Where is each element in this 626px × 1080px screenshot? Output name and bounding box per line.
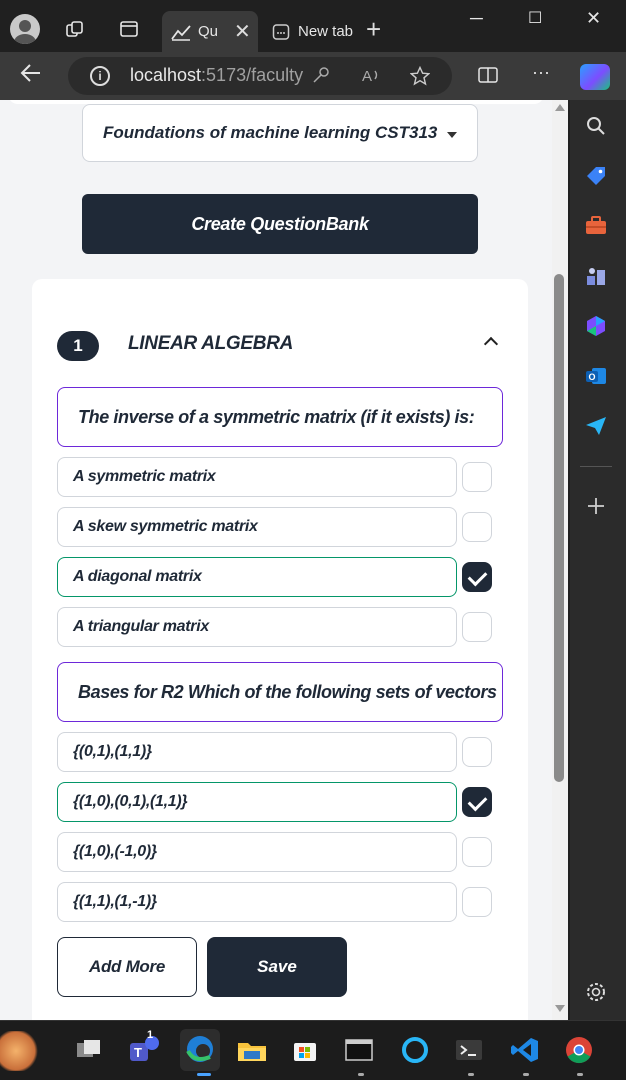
search-icon[interactable] bbox=[584, 114, 608, 138]
tab-new-tab[interactable]: New tab bbox=[262, 11, 354, 52]
cortana-icon[interactable] bbox=[400, 1035, 430, 1065]
create-questionbank-button[interactable]: Create QuestionBank bbox=[82, 194, 478, 254]
option-input[interactable]: A triangular matrix bbox=[57, 607, 457, 647]
question-input[interactable]: Bases for R2 Which of the following sets… bbox=[57, 662, 503, 722]
microsoft-store-icon[interactable] bbox=[290, 1035, 320, 1065]
vscode-icon[interactable] bbox=[510, 1035, 540, 1065]
option-input[interactable]: {(1,1),(1,-1)} bbox=[57, 882, 457, 922]
svg-text:A: A bbox=[362, 68, 372, 84]
tab-active[interactable]: Qu ✕ bbox=[162, 11, 258, 52]
command-prompt-icon[interactable] bbox=[454, 1035, 484, 1065]
scroll-down-arrow-icon[interactable] bbox=[555, 1005, 565, 1012]
window-close-button[interactable]: ✕ bbox=[586, 8, 601, 29]
url-text[interactable]: localhost:5173/faculty bbox=[130, 65, 303, 86]
settings-gear-icon[interactable] bbox=[584, 980, 608, 1004]
chevron-up-icon[interactable] bbox=[483, 336, 499, 352]
save-button[interactable]: Save bbox=[207, 937, 347, 997]
new-tab-page-icon bbox=[270, 21, 292, 43]
page-viewport: Foundations of machine learning CST313 C… bbox=[0, 100, 552, 1020]
add-more-button[interactable]: Add More bbox=[57, 937, 197, 997]
option-checkbox[interactable] bbox=[462, 887, 492, 917]
option-input[interactable]: {(1,0),(0,1),(1,1)} bbox=[57, 782, 457, 822]
svg-text:T: T bbox=[134, 1045, 142, 1060]
sidebar-divider bbox=[580, 466, 612, 467]
option-checkbox[interactable] bbox=[462, 737, 492, 767]
terminal-window-icon[interactable] bbox=[344, 1035, 374, 1065]
browser-title-bar: Qu ✕ New tab + ─ ☐ ✕ bbox=[0, 0, 626, 52]
teams-icon[interactable]: T 1 bbox=[128, 1029, 159, 1065]
page-content: Foundations of machine learning CST313 C… bbox=[4, 100, 548, 1020]
task-view-icon[interactable] bbox=[74, 1035, 104, 1065]
chevron-down-icon bbox=[447, 132, 457, 138]
section-title: LINEAR ALGEBRA bbox=[128, 333, 294, 354]
shopping-tag-icon[interactable] bbox=[584, 164, 608, 188]
add-icon[interactable] bbox=[584, 494, 608, 518]
file-explorer-icon[interactable] bbox=[236, 1035, 266, 1065]
profile-avatar[interactable] bbox=[10, 14, 40, 44]
running-indicator bbox=[523, 1073, 529, 1076]
chart-icon bbox=[170, 21, 192, 43]
course-select-value: Foundations of machine learning CST313 bbox=[103, 123, 438, 142]
option-checkbox[interactable] bbox=[462, 462, 492, 492]
chrome-icon[interactable] bbox=[564, 1035, 594, 1065]
tab-title: Qu bbox=[198, 23, 219, 40]
send-icon[interactable] bbox=[584, 414, 608, 438]
course-select[interactable]: Foundations of machine learning CST313 bbox=[82, 104, 478, 162]
page-scrollbar[interactable] bbox=[552, 100, 568, 1020]
flowers-wallpaper-icon[interactable] bbox=[0, 1031, 40, 1071]
running-indicator bbox=[577, 1073, 583, 1076]
option-checkbox[interactable] bbox=[462, 512, 492, 542]
games-icon[interactable] bbox=[584, 264, 608, 288]
read-aloud-icon[interactable]: A bbox=[362, 66, 382, 89]
new-tab-button[interactable]: + bbox=[366, 16, 381, 42]
option-input[interactable]: {(0,1),(1,1)} bbox=[57, 732, 457, 772]
section-number-badge: 1 bbox=[57, 331, 99, 361]
copilot-sidebar-icon[interactable] bbox=[584, 314, 608, 338]
more-options-icon[interactable]: ··· bbox=[532, 62, 550, 83]
teams-badge: 1 bbox=[147, 1029, 154, 1041]
workspaces-icon[interactable] bbox=[64, 18, 86, 40]
edge-sidebar: O bbox=[570, 100, 626, 1020]
question-input[interactable]: The inverse of a symmetric matrix (if it… bbox=[57, 387, 503, 447]
scroll-thumb[interactable] bbox=[554, 274, 564, 782]
tools-briefcase-icon[interactable] bbox=[584, 214, 608, 238]
windows-taskbar: T 1 bbox=[0, 1020, 626, 1080]
key-icon[interactable] bbox=[312, 66, 330, 89]
active-app-indicator bbox=[197, 1073, 211, 1076]
svg-text:O: O bbox=[589, 372, 596, 382]
option-checkbox[interactable] bbox=[462, 612, 492, 642]
running-indicator bbox=[358, 1073, 364, 1076]
option-input[interactable]: A diagonal matrix bbox=[57, 557, 457, 597]
copilot-icon[interactable] bbox=[580, 64, 610, 90]
split-screen-icon[interactable] bbox=[478, 66, 498, 89]
tab-actions-icon[interactable] bbox=[118, 18, 140, 40]
close-tab-icon[interactable]: ✕ bbox=[234, 19, 251, 44]
site-info-icon[interactable]: i bbox=[90, 66, 110, 86]
address-bar[interactable]: i localhost:5173/faculty A bbox=[68, 57, 452, 95]
edge-taskbar-button[interactable] bbox=[180, 1029, 220, 1071]
option-input[interactable]: A skew symmetric matrix bbox=[57, 507, 457, 547]
maximize-button[interactable]: ☐ bbox=[528, 8, 542, 28]
option-input[interactable]: {(1,0),(-1,0)} bbox=[57, 832, 457, 872]
running-indicator bbox=[468, 1073, 474, 1076]
option-input[interactable]: A symmetric matrix bbox=[57, 457, 457, 497]
minimize-button[interactable]: ─ bbox=[470, 8, 483, 29]
outlook-icon[interactable]: O bbox=[584, 364, 608, 388]
address-toolbar: i localhost:5173/faculty A ··· bbox=[0, 52, 626, 100]
option-checkbox[interactable] bbox=[462, 837, 492, 867]
favorite-star-icon[interactable] bbox=[409, 65, 431, 91]
option-checkbox-checked[interactable] bbox=[462, 562, 492, 592]
back-arrow-icon[interactable] bbox=[20, 62, 42, 91]
scroll-up-arrow-icon[interactable] bbox=[555, 104, 565, 111]
option-checkbox-checked[interactable] bbox=[462, 787, 492, 817]
tab-title: New tab bbox=[298, 23, 354, 40]
section-card: 1 LINEAR ALGEBRA The inverse of a symmet… bbox=[32, 279, 528, 1020]
